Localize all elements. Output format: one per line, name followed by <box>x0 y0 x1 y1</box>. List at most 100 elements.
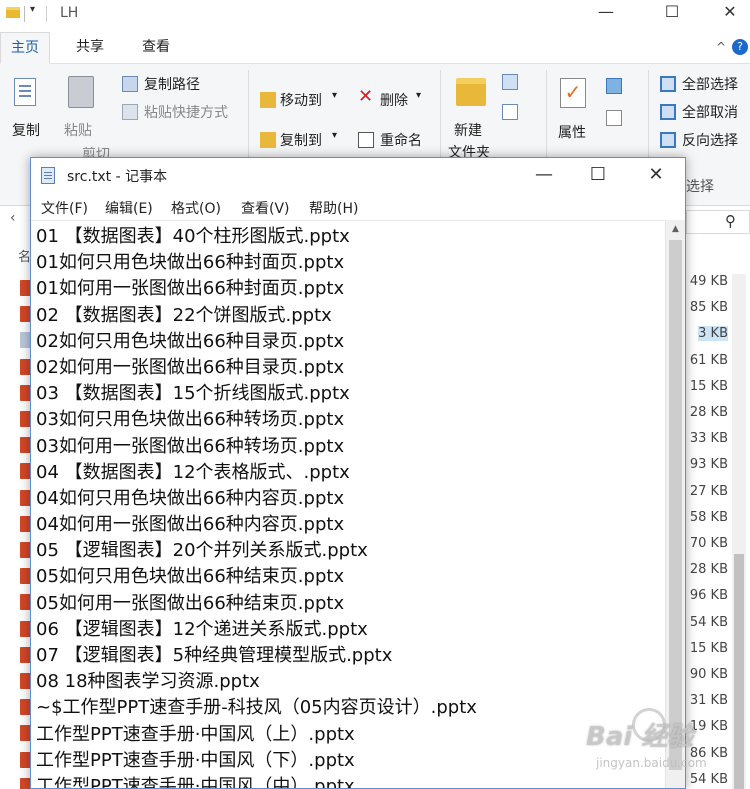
text-line: 工作型PPT速查手册·中国风（上）.pptx <box>36 723 355 745</box>
explorer-ribbon-tabs: 主页 共享 查看 ^ ? <box>0 32 750 64</box>
move-to-icon <box>260 92 276 108</box>
copy-to-dropdown-icon[interactable]: ▾ <box>332 130 337 141</box>
watermark-brand: Bai 经验 <box>586 722 694 752</box>
text-line: 05 【逻辑图表】20个并列关系版式.pptx <box>36 540 368 562</box>
notepad-close-button[interactable]: ✕ <box>631 160 681 190</box>
file-size: 93 KB <box>689 457 728 473</box>
properties-icon: ✓ <box>560 78 586 108</box>
explorer-title: LH <box>60 5 79 21</box>
new-folder-button[interactable]: 新建 <box>454 120 482 140</box>
text-line: 02如何只用色块做出66种目录页.pptx <box>36 330 345 352</box>
menu-edit[interactable]: 编辑(E) <box>105 198 153 218</box>
paste-shortcut-button[interactable]: 粘贴快捷方式 <box>144 102 228 122</box>
notepad-maximize-button[interactable]: ☐ <box>573 160 623 190</box>
text-line: 03如何用一张图做出66种转场页.pptx <box>36 435 345 457</box>
file-size: 61 KB <box>689 352 728 368</box>
file-size: 70 KB <box>689 536 728 551</box>
explorer-minimize-button[interactable]: — <box>586 2 626 21</box>
open-icon[interactable] <box>606 78 622 94</box>
menu-view[interactable]: 查看(V) <box>241 198 290 218</box>
select-all-button[interactable]: 全部选择 <box>682 74 738 94</box>
select-all-icon <box>660 76 676 92</box>
text-line: 01如何只用色块做出66种封面页.pptx <box>36 252 345 274</box>
file-size: 96 KB <box>689 588 728 604</box>
text-line: 06 【逻辑图表】12个递进关系版式.pptx <box>36 618 368 640</box>
paste-icon <box>68 76 94 108</box>
quick-access-dropdown-icon[interactable]: ▾ <box>30 4 35 15</box>
invert-selection-button[interactable]: 反向选择 <box>682 130 738 150</box>
text-line: 工作型PPT速查手册·中国风（中）.pptx <box>36 775 355 788</box>
tab-view[interactable]: 查看 <box>132 32 180 64</box>
back-arrow-icon[interactable]: ‹ <box>10 210 16 226</box>
notepad-text-area[interactable]: 01 【数据图表】40个柱形图版式.pptx 01如何只用色块做出66种封面页.p… <box>31 220 665 788</box>
folder-icon <box>6 7 20 18</box>
tab-home[interactable]: 主页 <box>0 32 50 64</box>
select-group-label: 选择 <box>686 179 714 195</box>
copy-path-icon <box>122 76 138 92</box>
file-size: 28 KB <box>689 562 728 578</box>
file-size: 49 KB <box>689 274 728 289</box>
file-size: 3 KB <box>698 326 728 342</box>
text-line: 工作型PPT速查手册·中国风（下）.pptx <box>36 749 355 771</box>
notepad-title: src.txt - 记事本 <box>67 169 168 185</box>
edit-icon[interactable] <box>606 110 622 126</box>
ribbon-collapse-icon[interactable]: ^ <box>716 40 726 54</box>
file-size: 27 KB <box>689 483 728 499</box>
text-line: 04 【数据图表】12个表格版式、.pptx <box>36 461 350 483</box>
text-line: 04如何只用色块做出66种内容页.pptx <box>36 487 345 509</box>
text-line: 03 【数据图表】15个折线图版式.pptx <box>36 383 350 405</box>
explorer-close-button[interactable]: ✕ <box>710 2 750 21</box>
watermark-url: jingyan.baidu.com <box>596 756 707 770</box>
notepad-menubar: 文件(F) 编辑(E) 格式(O) 查看(V) 帮助(H) <box>31 194 685 220</box>
invert-selection-icon <box>660 132 676 148</box>
text-line: 05如何只用色块做出66种结束页.pptx <box>36 566 345 588</box>
rename-button[interactable]: 重命名 <box>380 130 422 150</box>
properties-button[interactable]: 属性 <box>558 122 586 142</box>
rename-icon <box>358 132 374 148</box>
notepad-scrollbar-thumb[interactable] <box>669 240 682 770</box>
divider <box>46 6 47 22</box>
baidu-watermark: Bai 经验 jingyan.baidu.com <box>576 706 746 786</box>
copy-to-button[interactable]: 复制到 <box>280 130 322 150</box>
menu-file[interactable]: 文件(F) <box>41 198 88 218</box>
notepad-minimize-button[interactable]: — <box>519 160 569 190</box>
divider <box>24 6 25 22</box>
paste-button[interactable]: 粘贴 <box>64 120 92 140</box>
easy-access-icon[interactable] <box>502 104 518 120</box>
text-line: 01如何用一张图做出66种封面页.pptx <box>36 278 345 300</box>
notepad-titlebar[interactable]: src.txt - 记事本 — ☐ ✕ <box>31 158 685 192</box>
file-size: 28 KB <box>689 405 728 420</box>
text-line: 03如何只用色块做出66种转场页.pptx <box>36 409 345 431</box>
file-size: 15 KB <box>689 640 728 656</box>
move-to-dropdown-icon[interactable]: ▾ <box>332 90 337 101</box>
text-line: 02如何用一张图做出66种目录页.pptx <box>36 356 345 378</box>
file-size: 33 KB <box>689 431 728 447</box>
copy-path-button[interactable]: 复制路径 <box>144 74 200 94</box>
menu-help[interactable]: 帮助(H) <box>309 198 358 218</box>
new-item-icon[interactable] <box>502 74 518 90</box>
search-icon[interactable]: ⚲ <box>725 212 736 230</box>
copy-button[interactable]: 复制 <box>12 120 40 140</box>
move-to-button[interactable]: 移动到 <box>280 90 322 110</box>
text-line: 07 【逻辑图表】5种经典管理模型版式.pptx <box>36 645 393 666</box>
file-size: 54 KB <box>689 614 728 630</box>
select-none-button[interactable]: 全部取消 <box>682 102 738 122</box>
explorer-maximize-button[interactable]: ☐ <box>652 2 692 21</box>
text-line: 01 【数据图表】40个柱形图版式.pptx <box>36 226 350 247</box>
help-icon[interactable]: ? <box>732 39 748 55</box>
text-line: 08 18种图表学习资源.pptx <box>36 671 260 693</box>
select-none-icon <box>660 104 676 120</box>
explorer-titlebar: ▾ LH — ☐ ✕ <box>0 0 750 30</box>
text-line: 04如何用一张图做出66种内容页.pptx <box>36 514 345 536</box>
file-size: 58 KB <box>689 509 728 525</box>
delete-button[interactable]: 删除 <box>380 90 408 110</box>
notepad-scrollbar[interactable]: ▲ <box>665 220 685 788</box>
tab-share[interactable]: 共享 <box>66 32 114 64</box>
text-lines: 01 【数据图表】40个柱形图版式.pptx 01如何只用色块做出66种封面页.p… <box>36 224 477 788</box>
copy-to-icon <box>260 132 276 148</box>
delete-dropdown-icon[interactable]: ▾ <box>416 90 421 101</box>
menu-format[interactable]: 格式(O) <box>171 198 221 218</box>
scroll-up-icon[interactable]: ▲ <box>666 220 685 238</box>
search-box[interactable] <box>686 210 750 234</box>
text-line: 05如何用一张图做出66种结束页.pptx <box>36 592 345 614</box>
